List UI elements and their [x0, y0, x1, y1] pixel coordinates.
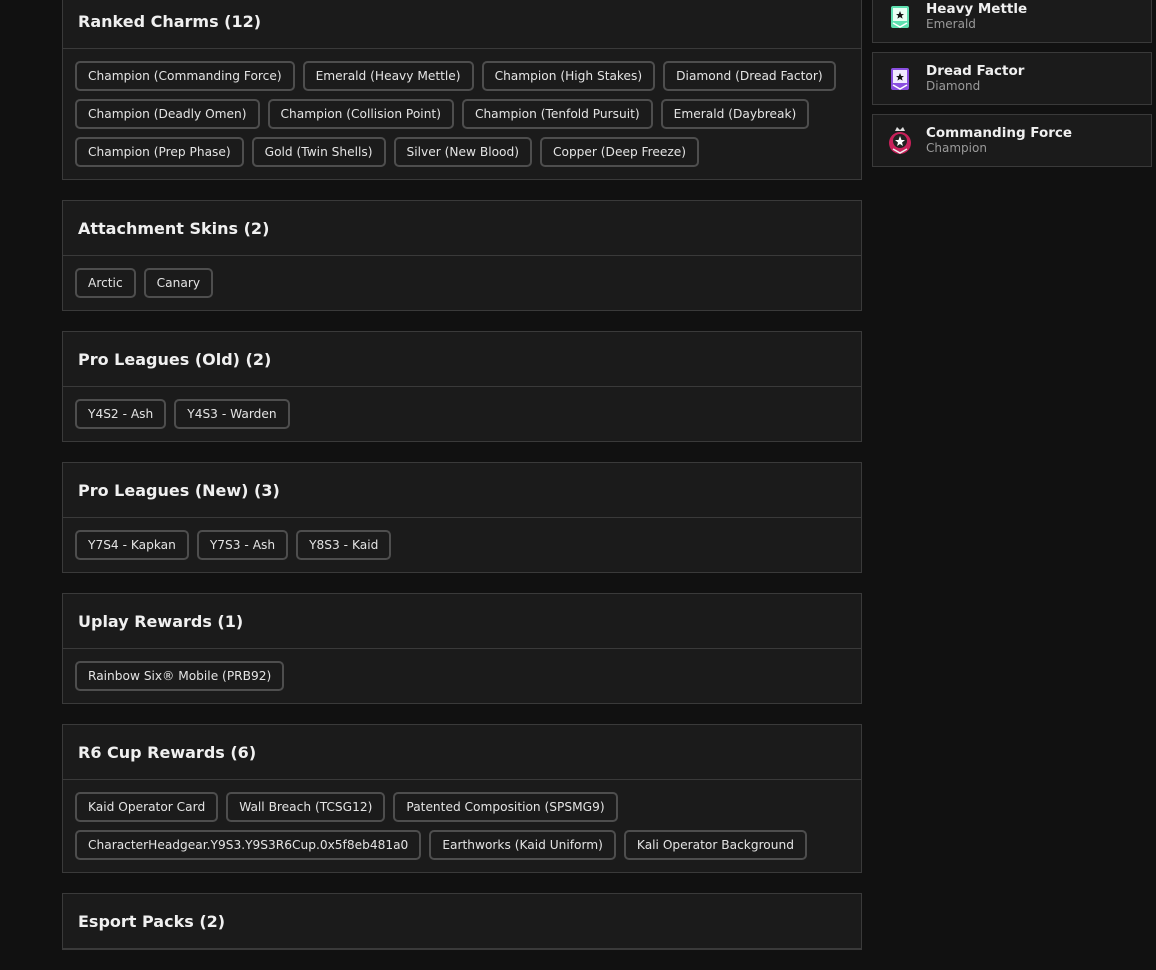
item-tag[interactable]: Silver (New Blood) [393, 137, 532, 167]
item-tag[interactable]: Kali Operator Background [623, 830, 807, 860]
charm-rank: Emerald [926, 17, 976, 31]
charm-rank: Diamond [926, 79, 981, 93]
item-tag[interactable]: Arctic [75, 268, 136, 298]
item-tag[interactable]: CharacterHeadgear.Y9S3.Y9S3R6Cup.0x5f8eb… [75, 830, 422, 860]
section-card: Pro Leagues (New) (3) Y7S4 - Kapkan Y7S3 -… [62, 462, 862, 573]
section-header[interactable]: Esport Packs (2) [63, 894, 861, 949]
section-title: R6 Cup Rewards (6) [78, 742, 257, 762]
item-tag[interactable]: Y7S3 - Ash [196, 530, 289, 560]
charm-item[interactable]: Commanding Force Champion [872, 114, 1152, 167]
charm-rank: Champion [926, 141, 987, 155]
charm-item[interactable]: Heavy Mettle Emerald [872, 0, 1152, 43]
item-tag[interactable]: Champion (Commanding Force) [75, 61, 295, 91]
charm-item[interactable]: Dread Factor Diamond [872, 52, 1152, 105]
section-title: Pro Leagues (New) (3) [78, 480, 280, 500]
section-title: Ranked Charms (12) [78, 11, 262, 31]
item-tag[interactable]: Y4S3 - Warden [174, 399, 290, 429]
section-title: Attachment Skins (2) [78, 218, 270, 238]
tag-list: Y7S4 - Kapkan Y7S3 - Ash Y8S3 - Kaid [63, 518, 861, 572]
item-tag[interactable]: Emerald (Daybreak) [660, 99, 810, 129]
item-tag[interactable]: Champion (Collision Point) [267, 99, 454, 129]
tag-list: Kaid Operator Card Wall Breach (TCSG12) Pa… [63, 780, 861, 872]
section-header[interactable]: R6 Cup Rewards (6) [63, 725, 861, 780]
section-title: Esport Packs (2) [78, 911, 226, 931]
item-tag[interactable]: Gold (Twin Shells) [251, 137, 386, 167]
section-header[interactable]: Pro Leagues (Old) (2) [63, 332, 861, 387]
section-card: Uplay Rewards (1) Rainbow Six® Mobile (PR… [62, 593, 862, 704]
section-card: R6 Cup Rewards (6) Kaid Operator Card Wall… [62, 724, 862, 873]
item-tag[interactable]: Y8S3 - Kaid [296, 530, 392, 560]
section-header[interactable]: Ranked Charms (12) [63, 0, 861, 49]
section-header[interactable]: Pro Leagues (New) (3) [63, 463, 861, 518]
section-card: Pro Leagues (Old) (2) Y4S2 - Ash Y4S3 - Wa… [62, 331, 862, 442]
item-tag[interactable]: Y7S4 - Kapkan [75, 530, 189, 560]
item-tag[interactable]: Canary [143, 268, 214, 298]
item-tag[interactable]: Wall Breach (TCSG12) [226, 792, 386, 822]
section-header[interactable]: Uplay Rewards (1) [63, 594, 861, 649]
tag-list: Champion (Commanding Force) Emerald (Heav… [63, 49, 861, 179]
featured-charms-sidebar: Heavy Mettle Emerald Dread Factor Diamond Co… [872, 0, 1152, 176]
charm-name: Commanding Force [926, 125, 1073, 141]
item-tag[interactable]: Champion (Prep Phase) [75, 137, 244, 167]
item-tag[interactable]: Emerald (Heavy Mettle) [302, 61, 474, 91]
section-title: Pro Leagues (Old) (2) [78, 349, 272, 369]
item-tag[interactable]: Kaid Operator Card [75, 792, 219, 822]
section-card: Esport Packs (2) [62, 893, 862, 950]
item-tag[interactable]: Y4S2 - Ash [75, 399, 167, 429]
item-tag[interactable]: Champion (Tenfold Pursuit) [461, 99, 653, 129]
emerald-charm-icon [885, 2, 915, 32]
item-tag[interactable]: Diamond (Dread Factor) [663, 61, 836, 91]
item-tag[interactable]: Patented Composition (SPSMG9) [393, 792, 618, 822]
section-header[interactable]: Attachment Skins (2) [63, 201, 861, 256]
item-tag[interactable]: Champion (High Stakes) [481, 61, 656, 91]
section-title: Uplay Rewards (1) [78, 611, 244, 631]
section-card: Attachment Skins (2) Arctic Canary [62, 200, 862, 311]
charm-name: Heavy Mettle [926, 1, 1028, 17]
charm-name: Dread Factor [926, 63, 1025, 79]
diamond-charm-icon [885, 64, 915, 94]
tag-list: Y4S2 - Ash Y4S3 - Warden [63, 387, 861, 441]
section-card: Ranked Charms (12) Champion (Commanding F… [62, 0, 862, 180]
item-tag[interactable]: Copper (Deep Freeze) [539, 137, 700, 167]
tag-list: Arctic Canary [63, 256, 861, 310]
item-tag[interactable]: Champion (Deadly Omen) [75, 99, 260, 129]
tag-list: Rainbow Six® Mobile (PRB92) [63, 649, 861, 703]
item-tag[interactable]: Rainbow Six® Mobile (PRB92) [75, 661, 285, 691]
collection-sections: Ranked Charms (12) Champion (Commanding F… [62, 0, 862, 970]
champion-charm-icon [885, 126, 915, 156]
item-tag[interactable]: Earthworks (Kaid Uniform) [429, 830, 616, 860]
